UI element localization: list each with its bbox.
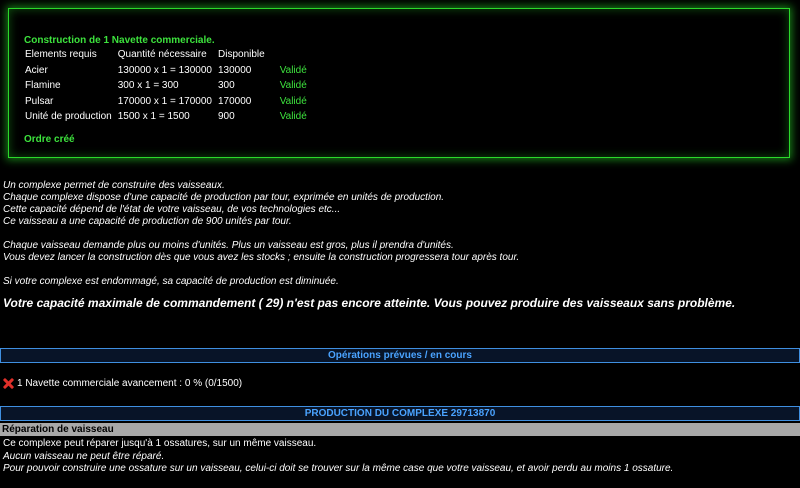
repair-header: Réparation de vaisseau (0, 423, 800, 436)
element-qty: 170000 x 1 = 170000 (117, 95, 212, 107)
queue-item: 1 Navette commerciale avancement : 0 % (… (3, 378, 242, 389)
element-avail: 130000 (218, 64, 252, 76)
order-created-text: Ordre créé (24, 134, 75, 145)
table-row: Unité de production 1500 x 1 = 1500 900 … (22, 109, 310, 125)
col-header-available: Disponible (218, 49, 265, 61)
element-avail: 300 (218, 80, 235, 92)
info-line: Vous devez lancer la construction dès qu… (3, 252, 520, 263)
cancel-x-icon[interactable] (3, 378, 14, 389)
info-line: Un complexe permet de construire des vai… (3, 180, 225, 191)
repair-capacity-text: Ce complexe peut réparer jusqu'à 1 ossat… (3, 438, 317, 449)
info-line: Chaque complexe dispose d'une capacité d… (3, 192, 445, 203)
requirements-table: Elements requis Quantité nécessaire Disp… (22, 47, 310, 125)
element-name: Pulsar (25, 95, 54, 107)
element-avail: 900 (218, 111, 235, 123)
element-status: Validé (279, 80, 307, 92)
construction-title: Construction de 1 Navette commerciale. (24, 35, 215, 46)
queue-item-text: 1 Navette commerciale avancement : 0 % (… (17, 378, 243, 389)
element-qty: 300 x 1 = 300 (117, 80, 179, 92)
info-line: Ce vaisseau a une capacité de production… (3, 216, 292, 227)
repair-none-text: Aucun vaisseau ne peut être réparé. (3, 451, 165, 462)
element-name: Unité de production (25, 111, 112, 123)
info-line: Si votre complexe est endommagé, sa capa… (3, 276, 339, 287)
table-row: Pulsar 170000 x 1 = 170000 170000 Validé (22, 94, 310, 110)
table-row: Acier 130000 x 1 = 130000 130000 Validé (22, 63, 310, 79)
element-name: Flamine (25, 80, 61, 92)
info-line: Cette capacité dépend de l'état de votre… (3, 204, 341, 215)
production-header: PRODUCTION DU COMPLEXE 29713870 (0, 406, 800, 421)
table-row: Flamine 300 x 1 = 300 300 Validé (22, 78, 310, 94)
command-capacity-text: Votre capacité maximale de commandement … (3, 296, 736, 310)
repair-rule-text: Pour pouvoir construire une ossature sur… (3, 463, 674, 474)
col-header-quantity: Quantité nécessaire (117, 49, 207, 61)
info-line: Chaque vaisseau demande plus ou moins d'… (3, 240, 454, 251)
operations-header: Opérations prévues / en cours (0, 348, 800, 363)
construction-panel: Construction de 1 Navette commerciale. E… (8, 8, 790, 158)
table-header-row: Elements requis Quantité nécessaire Disp… (22, 47, 310, 63)
element-qty: 130000 x 1 = 130000 (117, 64, 212, 76)
element-name: Acier (25, 64, 48, 76)
element-avail: 170000 (218, 95, 252, 107)
element-status: Validé (279, 111, 307, 123)
element-status: Validé (279, 95, 307, 107)
element-qty: 1500 x 1 = 1500 (117, 111, 190, 123)
element-status: Validé (279, 64, 307, 76)
col-header-elements: Elements requis (25, 49, 97, 61)
